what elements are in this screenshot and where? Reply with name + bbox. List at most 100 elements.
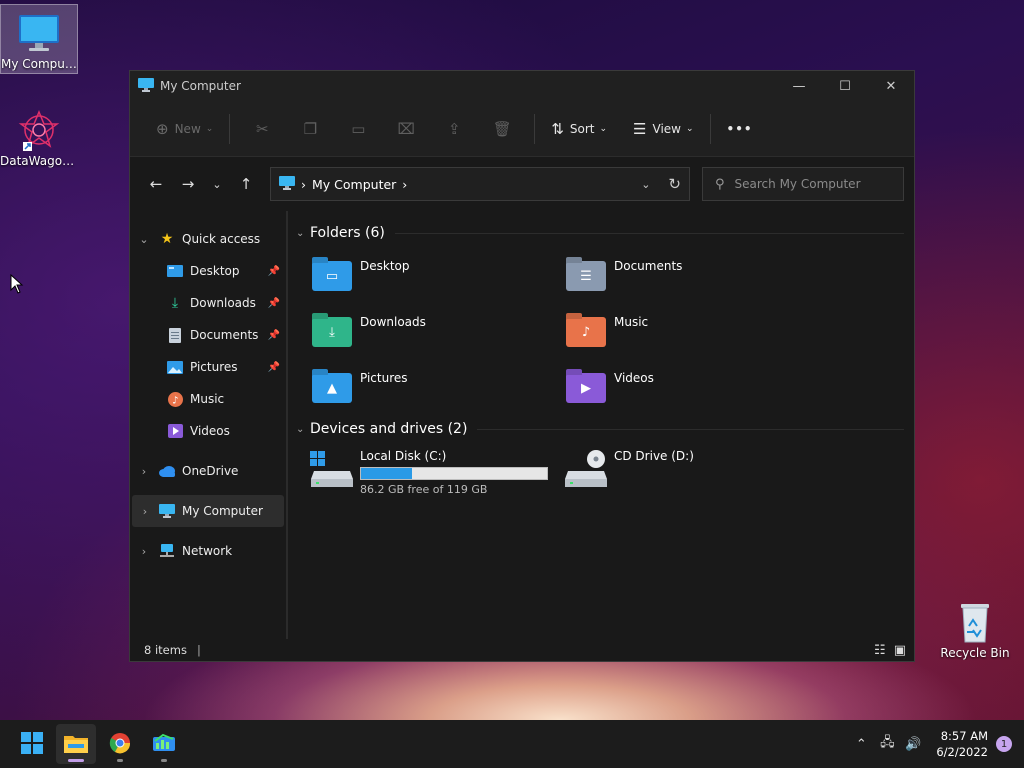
tiles-view-icon[interactable]: ▣ bbox=[894, 643, 906, 658]
folder-music[interactable]: ♪ Music bbox=[564, 313, 818, 353]
sidebar-item-onedrive[interactable]: › OneDrive bbox=[130, 455, 286, 487]
item-count: 8 items bbox=[144, 643, 187, 657]
chevron-right-icon[interactable]: › bbox=[130, 465, 158, 478]
folder-documents[interactable]: ☰ Documents bbox=[564, 257, 818, 297]
title-bar[interactable]: My Computer — ☐ ✕ bbox=[130, 71, 914, 101]
search-input[interactable] bbox=[734, 177, 885, 191]
paste-button[interactable]: ▭ bbox=[334, 113, 382, 145]
network-status-icon[interactable]: 🖧 bbox=[874, 733, 900, 755]
picture-icon bbox=[166, 359, 184, 375]
chart-app-icon bbox=[153, 733, 175, 756]
show-hidden-icons-chevron-icon[interactable]: ⌃ bbox=[848, 737, 874, 752]
folder-videos[interactable]: ▶ Videos bbox=[564, 369, 818, 409]
share-button[interactable]: ⇪ bbox=[430, 113, 478, 145]
clock-time: 8:57 AM bbox=[940, 729, 988, 743]
refresh-icon[interactable]: ↻ bbox=[668, 175, 681, 193]
explorer-window[interactable]: My Computer — ☐ ✕ ⊕ New ⌄ ✂ ❐ ▭ ⌧ ⇪ 🗑 ⇅ … bbox=[129, 70, 915, 662]
address-history-chevron-icon[interactable]: ⌄ bbox=[641, 178, 650, 191]
drive-local-disk-c[interactable]: Local Disk (C:) 86.2 GB free of 119 GB bbox=[310, 449, 564, 496]
pin-icon[interactable]: 📌 bbox=[268, 362, 280, 373]
folders-group-header[interactable]: ⌄ Folders (6) bbox=[296, 219, 904, 247]
desktop-icon-label: DataWagon... bbox=[0, 154, 78, 168]
drives-group-title: Devices and drives (2) bbox=[310, 421, 468, 437]
desktop-icon-label: Recycle Bin bbox=[940, 646, 1010, 660]
sort-arrows-icon: ⇅ bbox=[551, 119, 564, 138]
pin-icon[interactable]: 📌 bbox=[268, 266, 280, 277]
cut-button[interactable]: ✂ bbox=[238, 113, 286, 145]
address-bar[interactable]: › My Computer › ⌄ ↻ bbox=[270, 167, 690, 201]
close-icon: ✕ bbox=[885, 78, 897, 94]
breadcrumb-separator-icon: › bbox=[301, 176, 306, 192]
sort-button[interactable]: ⇅ Sort ⌄ bbox=[543, 113, 615, 145]
maximize-button[interactable]: ☐ bbox=[822, 71, 868, 101]
folder-downloads[interactable]: ⤓ Downloads bbox=[310, 313, 564, 353]
sidebar-item-label: Desktop bbox=[190, 264, 240, 278]
desktop-icon-my-computer[interactable]: My Computer bbox=[0, 4, 78, 74]
new-button[interactable]: ⊕ New ⌄ bbox=[148, 113, 221, 145]
delete-button[interactable]: 🗑 bbox=[478, 113, 526, 145]
minimize-button[interactable]: — bbox=[776, 71, 822, 101]
folders-grid: ▭ Desktop ☰ Documents ⤓ Downloads ♪ Musi… bbox=[296, 247, 904, 415]
network-icon bbox=[158, 543, 176, 559]
drives-group-header[interactable]: ⌄ Devices and drives (2) bbox=[296, 415, 904, 443]
search-box[interactable]: ⚲ bbox=[702, 167, 904, 201]
clock[interactable]: 8:57 AM 6/2/2022 bbox=[936, 728, 988, 760]
sidebar-item-network[interactable]: › Network bbox=[130, 535, 286, 567]
view-button[interactable]: ☰ View ⌄ bbox=[625, 113, 701, 145]
videos-folder-icon: ▶ bbox=[564, 369, 608, 405]
monitor-icon bbox=[17, 11, 61, 55]
sidebar-item-music[interactable]: ♪ Music bbox=[130, 383, 286, 415]
pin-icon[interactable]: 📌 bbox=[268, 330, 280, 341]
chevron-right-icon[interactable]: › bbox=[132, 505, 158, 518]
desktop-icon-datawagon[interactable]: DataWagon... bbox=[0, 102, 78, 172]
drives-grid: Local Disk (C:) 86.2 GB free of 119 GB C… bbox=[296, 443, 904, 496]
chevron-right-icon[interactable]: › bbox=[130, 545, 158, 558]
sidebar-item-my-computer[interactable]: › My Computer bbox=[132, 495, 284, 527]
taskbar: ⌃ 🖧 🔊 8:57 AM 6/2/2022 1 bbox=[0, 720, 1024, 768]
sidebar-item-desktop[interactable]: Desktop 📌 bbox=[130, 255, 286, 287]
forward-button[interactable]: → bbox=[172, 168, 204, 200]
sidebar-item-quick-access[interactable]: ⌄ ★ Quick access bbox=[130, 223, 286, 255]
breadcrumb-my-computer[interactable]: My Computer bbox=[312, 177, 396, 192]
star-icon: ★ bbox=[160, 231, 174, 247]
sidebar-item-label: Quick access bbox=[182, 232, 261, 246]
folder-pictures[interactable]: ▲ Pictures bbox=[310, 369, 564, 409]
sidebar-item-documents[interactable]: Documents 📌 bbox=[130, 319, 286, 351]
back-button[interactable]: ← bbox=[140, 168, 172, 200]
status-divider: | bbox=[196, 643, 201, 657]
folder-name: Pictures bbox=[360, 371, 408, 385]
copy-icon: ❐ bbox=[303, 119, 318, 138]
chevron-down-icon[interactable]: ⌄ bbox=[130, 233, 158, 246]
chevron-down-icon[interactable]: ⌄ bbox=[296, 228, 310, 239]
pin-icon[interactable]: 📌 bbox=[268, 298, 280, 309]
notification-badge[interactable]: 1 bbox=[996, 736, 1012, 752]
taskbar-file-explorer[interactable] bbox=[56, 724, 96, 764]
ellipsis-icon: ••• bbox=[726, 121, 753, 136]
chevron-down-icon[interactable]: ⌄ bbox=[296, 424, 310, 435]
start-button[interactable] bbox=[12, 724, 52, 764]
scissors-icon: ✂ bbox=[256, 119, 269, 138]
music-folder-icon: ♪ bbox=[564, 313, 608, 349]
taskbar-chrome[interactable] bbox=[100, 724, 140, 764]
system-tray: ⌃ 🖧 🔊 8:57 AM 6/2/2022 1 bbox=[848, 720, 1024, 768]
more-options-button[interactable]: ••• bbox=[719, 113, 761, 145]
sidebar-item-pictures[interactable]: Pictures 📌 bbox=[130, 351, 286, 383]
toolbar-divider bbox=[534, 113, 536, 144]
drive-cd-d[interactable]: CD Drive (D:) bbox=[564, 449, 818, 496]
hard-drive-icon bbox=[310, 449, 354, 489]
taskbar-datawagon-app[interactable] bbox=[144, 724, 184, 764]
close-button[interactable]: ✕ bbox=[868, 71, 914, 101]
breadcrumb-separator-icon[interactable]: › bbox=[402, 177, 407, 192]
recent-locations-button[interactable]: ⌄ bbox=[204, 168, 230, 200]
rename-button[interactable]: ⌧ bbox=[382, 113, 430, 145]
up-button[interactable]: ↑ bbox=[230, 168, 262, 200]
copy-button[interactable]: ❐ bbox=[286, 113, 334, 145]
sidebar-item-downloads[interactable]: ⤓ Downloads 📌 bbox=[130, 287, 286, 319]
folder-desktop[interactable]: ▭ Desktop bbox=[310, 257, 564, 297]
volume-icon[interactable]: 🔊 bbox=[900, 737, 926, 752]
details-view-icon[interactable]: ☷ bbox=[874, 643, 886, 658]
content-pane: ⌄ Folders (6) ▭ Desktop ☰ Documents ⤓ Do… bbox=[288, 211, 914, 639]
sidebar-item-videos[interactable]: Videos bbox=[130, 415, 286, 447]
monitor-icon bbox=[279, 175, 295, 193]
desktop-icon-recycle-bin[interactable]: Recycle Bin bbox=[936, 594, 1014, 664]
